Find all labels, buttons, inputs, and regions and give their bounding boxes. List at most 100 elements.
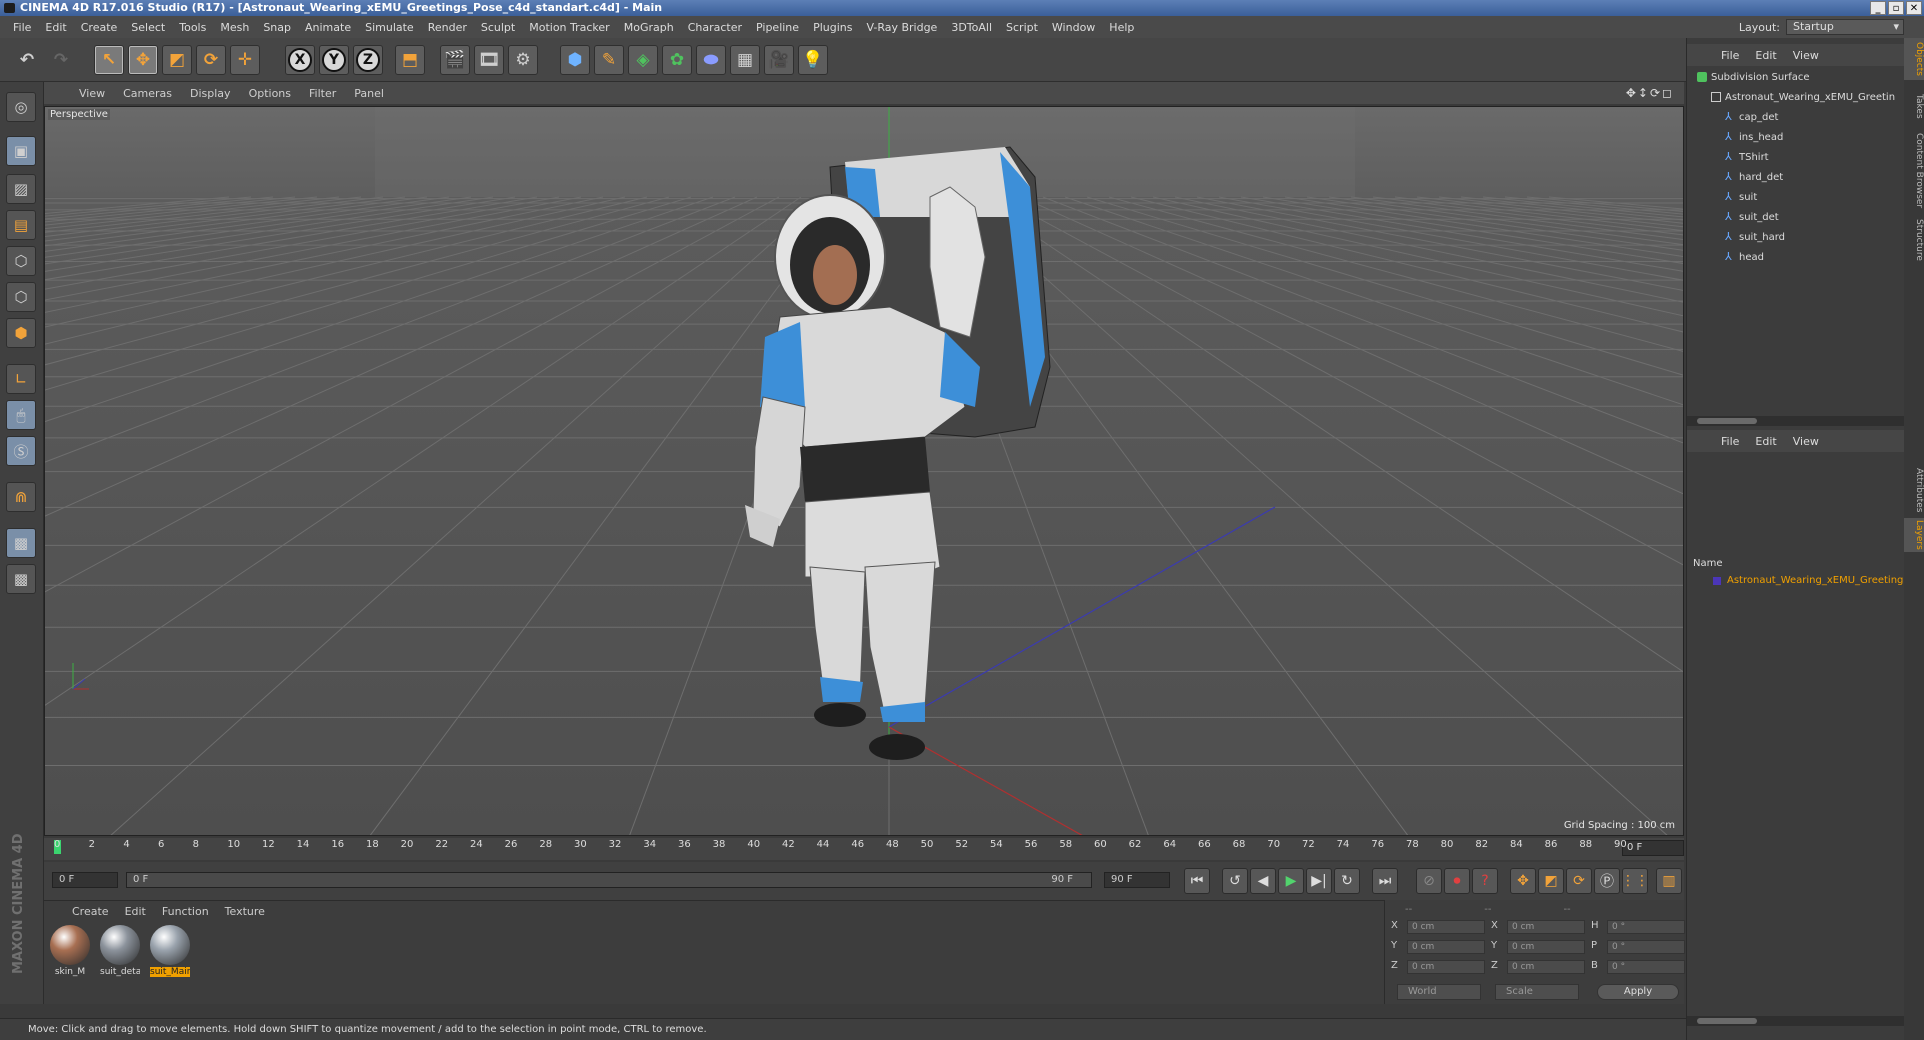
planar-workplane-icon[interactable]: ▩ bbox=[6, 564, 36, 594]
rotate-tool-icon[interactable]: ⟳ bbox=[196, 45, 226, 75]
coord-position-field[interactable]: 0 cm bbox=[1407, 940, 1485, 954]
deformer-icon[interactable]: ⬬ bbox=[696, 45, 726, 75]
start-frame-field[interactable]: 0 F bbox=[52, 872, 118, 888]
object-row-subdivision-surface[interactable]: Subdivision Surface bbox=[1687, 68, 1905, 88]
move-tool-icon[interactable]: ✥ bbox=[128, 45, 158, 75]
light-icon[interactable]: 💡 bbox=[798, 45, 828, 75]
menu-snap[interactable]: Snap bbox=[256, 21, 298, 34]
current-frame-field[interactable]: 0 F bbox=[1622, 840, 1684, 856]
viewport-menu-display[interactable]: Display bbox=[181, 87, 240, 100]
make-editable-icon[interactable]: ◎ bbox=[6, 92, 36, 122]
go-to-start-icon[interactable]: ⏮ bbox=[1184, 868, 1210, 894]
cloner-icon[interactable]: ✿ bbox=[662, 45, 692, 75]
coord-size-field[interactable]: 0 cm bbox=[1507, 940, 1585, 954]
timeline-window-icon[interactable]: ▥ bbox=[1656, 868, 1682, 894]
render-view-icon[interactable]: 🎬 bbox=[440, 45, 470, 75]
menu-character[interactable]: Character bbox=[681, 21, 749, 34]
menu-v-ray-bridge[interactable]: V-Ray Bridge bbox=[859, 21, 944, 34]
menu-select[interactable]: Select bbox=[124, 21, 172, 34]
layer-menu-file[interactable]: File bbox=[1713, 435, 1747, 448]
object-row-ins-head[interactable]: ins_head bbox=[1687, 128, 1905, 148]
cube-primitive-icon[interactable]: ⬢ bbox=[560, 45, 590, 75]
workplane-mode-icon[interactable]: ▤ bbox=[6, 210, 36, 240]
go-to-end-icon[interactable]: ⏭ bbox=[1372, 868, 1398, 894]
menu-simulate[interactable]: Simulate bbox=[358, 21, 421, 34]
record-keys-icon[interactable]: ⊘ bbox=[1416, 868, 1442, 894]
object-row-cap-det[interactable]: cap_det bbox=[1687, 108, 1905, 128]
menu-animate[interactable]: Animate bbox=[298, 21, 358, 34]
coord-size-field[interactable]: 0 cm bbox=[1507, 960, 1585, 974]
menu-mesh[interactable]: Mesh bbox=[213, 21, 256, 34]
scale-key-icon[interactable]: ◩ bbox=[1538, 868, 1564, 894]
close-button[interactable]: ✕ bbox=[1906, 1, 1922, 15]
minimize-button[interactable]: _ bbox=[1870, 1, 1886, 15]
material-swatch[interactable]: suit_Main bbox=[150, 925, 190, 977]
scrollbar-thumb[interactable] bbox=[1697, 418, 1757, 424]
viewport-navigation-icons[interactable]: ✥↕⟳◻ bbox=[1626, 86, 1674, 100]
material-swatch[interactable]: suit_deta bbox=[100, 925, 140, 977]
points-mode-icon[interactable]: ⬡ bbox=[6, 246, 36, 276]
next-key-icon[interactable]: ↻ bbox=[1334, 868, 1360, 894]
edges-mode-icon[interactable]: ⬡ bbox=[6, 282, 36, 312]
coord-rotation-field[interactable]: 0 ° bbox=[1607, 940, 1685, 954]
layer-menu-view[interactable]: View bbox=[1785, 435, 1827, 448]
object-row-astronaut-wearing-xemu-greetin[interactable]: Astronaut_Wearing_xEMU_Greetin bbox=[1687, 88, 1905, 108]
object-row-suit-hard[interactable]: suit_hard bbox=[1687, 228, 1905, 248]
axis-mode-icon[interactable]: ∟ bbox=[6, 364, 36, 394]
rotation-key-icon[interactable]: ⟳ bbox=[1566, 868, 1592, 894]
menu-file[interactable]: File bbox=[6, 21, 38, 34]
coord-position-field[interactable]: 0 cm bbox=[1407, 920, 1485, 934]
z-axis-lock-button[interactable]: Z bbox=[353, 45, 383, 75]
coord-rotation-field[interactable]: 0 ° bbox=[1607, 960, 1685, 974]
autokey-icon[interactable]: ⏺ bbox=[1444, 868, 1470, 894]
subdivision-surface-icon[interactable]: ◈ bbox=[628, 45, 658, 75]
menu-render[interactable]: Render bbox=[421, 21, 474, 34]
object-menu-view[interactable]: View bbox=[1785, 49, 1827, 62]
previous-key-icon[interactable]: ↺ bbox=[1222, 868, 1248, 894]
coordinate-space-dropdown[interactable]: World bbox=[1397, 984, 1481, 1000]
viewport-camera-label[interactable]: Perspective bbox=[48, 109, 110, 120]
render-picture-viewer-icon[interactable]: 🎞 bbox=[474, 45, 504, 75]
material-menu-edit[interactable]: Edit bbox=[117, 905, 154, 918]
object-menu-edit[interactable]: Edit bbox=[1747, 49, 1784, 62]
camera-icon[interactable]: 🎥 bbox=[764, 45, 794, 75]
solo-mode-icon[interactable]: Ⓢ bbox=[6, 436, 36, 466]
apply-button[interactable]: Apply bbox=[1597, 984, 1679, 1000]
layout-dropdown[interactable]: Startup bbox=[1786, 19, 1904, 35]
layer-manager-scrollbar[interactable] bbox=[1687, 1016, 1905, 1026]
viewport-menu-view[interactable]: View bbox=[70, 87, 114, 100]
coord-size-field[interactable]: 0 cm bbox=[1507, 920, 1585, 934]
object-row-suit-det[interactable]: suit_det bbox=[1687, 208, 1905, 228]
side-tab-takes[interactable]: Takes bbox=[1904, 88, 1924, 124]
coord-position-field[interactable]: 0 cm bbox=[1407, 960, 1485, 974]
object-row-tshirt[interactable]: TShirt bbox=[1687, 148, 1905, 168]
object-row-suit[interactable]: suit bbox=[1687, 188, 1905, 208]
size-mode-dropdown[interactable]: Scale bbox=[1495, 984, 1579, 1000]
x-axis-lock-button[interactable]: X bbox=[285, 45, 315, 75]
object-row-head[interactable]: head bbox=[1687, 248, 1905, 268]
object-menu-file[interactable]: File bbox=[1713, 49, 1747, 62]
layer-row[interactable]: Astronaut_Wearing_xEMU_Greeting bbox=[1687, 572, 1905, 590]
menu-plugins[interactable]: Plugins bbox=[806, 21, 859, 34]
menu-pipeline[interactable]: Pipeline bbox=[749, 21, 806, 34]
previous-frame-icon[interactable]: ◀ bbox=[1250, 868, 1276, 894]
last-tool-icon[interactable]: ✛ bbox=[230, 45, 260, 75]
layer-menu-edit[interactable]: Edit bbox=[1747, 435, 1784, 448]
menu-3dtoall[interactable]: 3DToAll bbox=[944, 21, 999, 34]
menu-create[interactable]: Create bbox=[74, 21, 125, 34]
menu-tools[interactable]: Tools bbox=[172, 21, 213, 34]
material-swatch[interactable]: skin_M bbox=[50, 925, 90, 977]
timeline-ruler[interactable]: 0 F 0 2 4 6 8 10 12 14 16 18 20 22 24 26 28 30 32 34 36 38 4… bbox=[44, 838, 1684, 860]
frame-range-slider[interactable]: 0 F 90 F bbox=[126, 872, 1092, 888]
object-row-hard-det[interactable]: hard_det bbox=[1687, 168, 1905, 188]
material-menu-function[interactable]: Function bbox=[154, 905, 217, 918]
perspective-viewport[interactable]: Perspective Grid Spacing : 100 cm bbox=[44, 106, 1684, 836]
menu-mograph[interactable]: MoGraph bbox=[617, 21, 681, 34]
object-manager-scrollbar[interactable] bbox=[1687, 416, 1905, 426]
floor-icon[interactable]: ▦ bbox=[730, 45, 760, 75]
texture-mode-icon[interactable]: ▨ bbox=[6, 174, 36, 204]
side-tab-attributes[interactable]: Attributes bbox=[1904, 468, 1924, 512]
y-axis-lock-button[interactable]: Y bbox=[319, 45, 349, 75]
side-tab-objects[interactable]: Objects bbox=[1904, 38, 1924, 80]
coord-rotation-field[interactable]: 0 ° bbox=[1607, 920, 1685, 934]
